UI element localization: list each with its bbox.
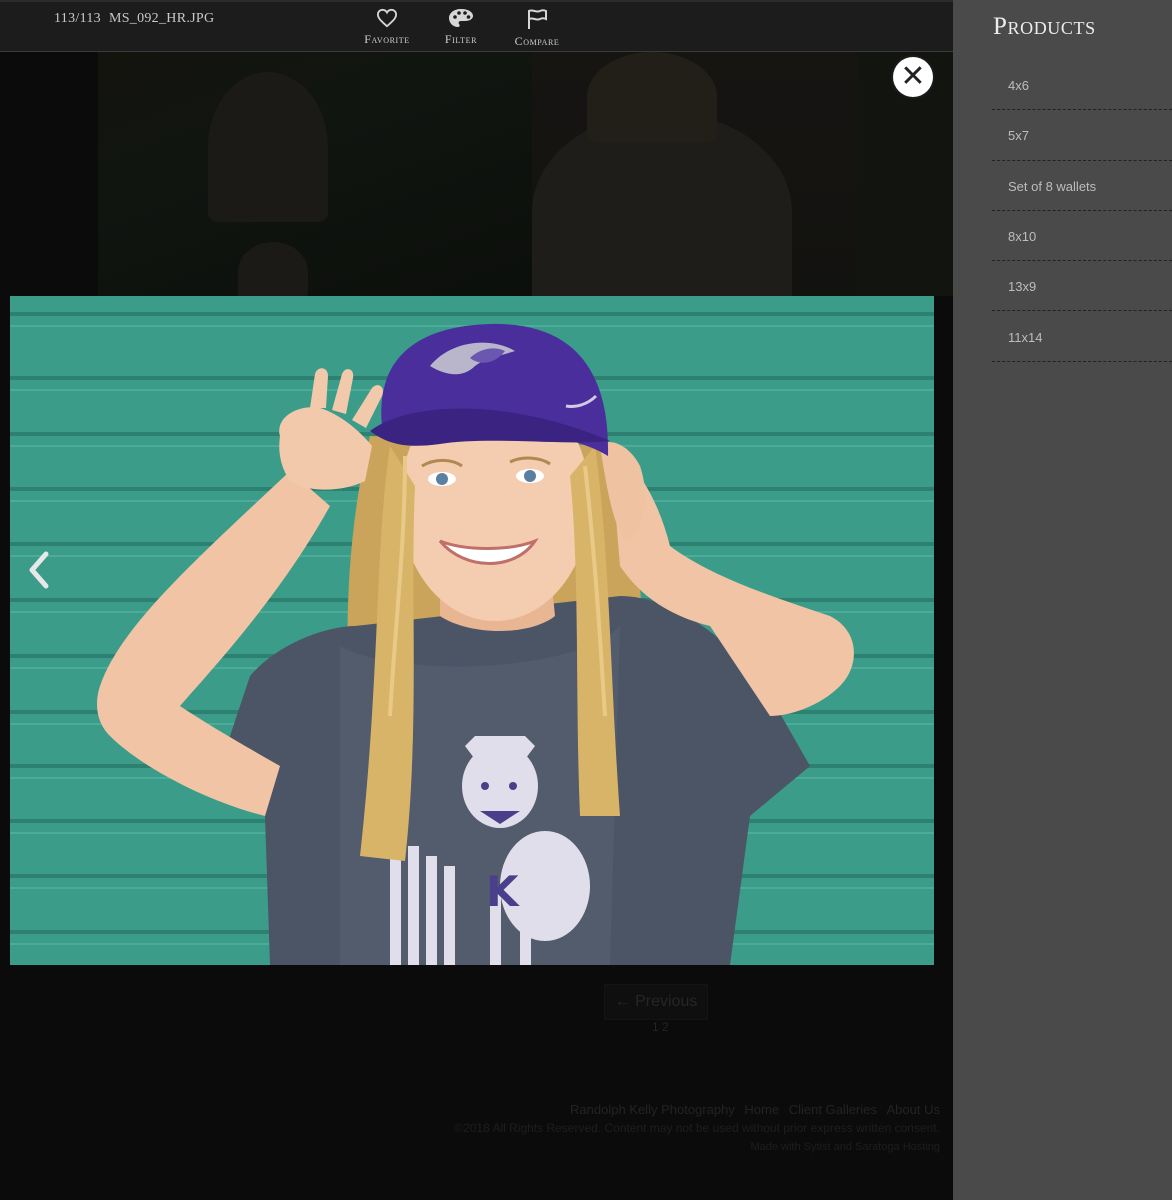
product-item-8x10[interactable]: 8x10 (992, 211, 1172, 262)
photo-index: 113/113 (54, 11, 101, 26)
lightbox-toolbar: 113/113 MS_092_HR.JPG Favorite Filter Com… (0, 0, 953, 52)
footer-copyright: ©2018 All Rights Reserved. Content may n… (454, 1121, 940, 1135)
footer-link-about[interactable]: About Us (887, 1102, 940, 1117)
footer-credits: Made with Sytist and Saratoga Hosting (750, 1141, 940, 1153)
background-gallery-photo (98, 52, 532, 302)
filter-label: Filter (444, 32, 478, 46)
photo-counter: 113/113 MS_092_HR.JPG (54, 11, 214, 27)
close-icon: ✕ (900, 59, 926, 94)
footer-link-home[interactable]: Home (744, 1102, 779, 1117)
photo-filename: MS_092_HR.JPG (108, 11, 215, 26)
close-lightbox-button[interactable]: ✕ (893, 57, 933, 97)
product-item-5x7[interactable]: 5x7 (992, 110, 1172, 161)
product-item-13x9[interactable]: 13x9 (992, 261, 1172, 312)
favorite-label: Favorite (364, 32, 410, 46)
compare-button[interactable]: Compare (502, 6, 572, 49)
background-gallery-photo (532, 52, 857, 312)
favorite-button[interactable]: Favorite (352, 6, 422, 47)
heart-icon (376, 8, 398, 28)
product-item-4x6[interactable]: 4x6 (992, 60, 1172, 111)
page-numbers[interactable]: 1 2 (652, 1020, 669, 1034)
chevron-left-icon (29, 551, 49, 589)
compare-label: Compare (514, 34, 560, 48)
products-title: Products (993, 13, 1096, 40)
product-list: 4x6 5x7 Set of 8 wallets 8x10 13x9 11x14 (992, 60, 1172, 362)
filter-button[interactable]: Filter (426, 6, 496, 47)
flag-icon (528, 9, 547, 29)
previous-photo-button[interactable] (24, 548, 56, 592)
footer-link-client-galleries[interactable]: Client Galleries (789, 1102, 877, 1117)
products-sidebar: Products 4x6 5x7 Set of 8 wallets 8x10 1… (953, 0, 1172, 1200)
svg-text:K: K (486, 867, 520, 916)
product-item-wallets[interactable]: Set of 8 wallets (992, 161, 1172, 211)
main-photo: K (10, 296, 934, 965)
footer-link-site[interactable]: Randolph Kelly Photography (570, 1102, 735, 1117)
palette-icon (449, 9, 473, 27)
previous-page-button[interactable]: ← Previous (604, 984, 708, 1020)
footer-links: Randolph Kelly Photography Home Client G… (360, 1102, 940, 1117)
product-item-11x14[interactable]: 11x14 (992, 311, 1172, 362)
